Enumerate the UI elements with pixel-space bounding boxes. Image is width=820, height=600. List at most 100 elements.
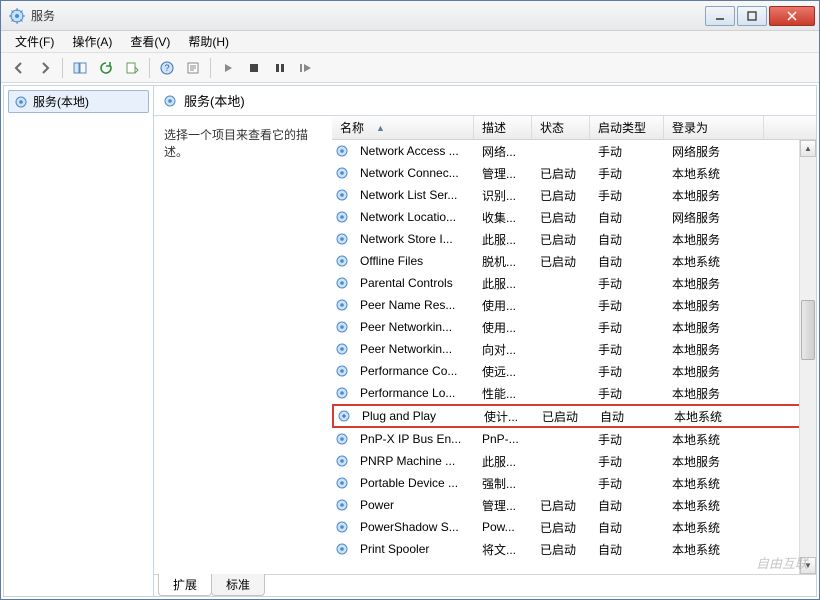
forward-button[interactable] [33, 56, 57, 80]
menu-view[interactable]: 查看(V) [122, 31, 178, 52]
table-row[interactable]: Peer Networkin...使用...手动本地服务 [332, 316, 816, 338]
scroll-down-button[interactable]: ▼ [800, 557, 816, 574]
table-row[interactable]: PowerShadow S...Pow...已启动自动本地系统 [332, 516, 816, 538]
table-row[interactable]: Portable Device ...强制...手动本地系统 [332, 472, 816, 494]
cell-name: Peer Networkin... [354, 342, 476, 356]
column-header-start[interactable]: 启动类型 [590, 116, 664, 139]
stop-service-button[interactable] [242, 56, 266, 80]
cell-start: 手动 [592, 319, 666, 336]
cell-desc: 将文... [476, 541, 534, 558]
table-row[interactable]: Peer Networkin...向对...手动本地服务 [332, 338, 816, 360]
column-header-status[interactable]: 状态 [532, 116, 590, 139]
cell-login: 本地系统 [666, 253, 766, 270]
cell-desc: 使远... [476, 363, 534, 380]
vertical-scrollbar[interactable]: ▲ ▼ [799, 140, 816, 574]
cell-start: 自动 [592, 541, 666, 558]
cell-name: Portable Device ... [354, 476, 476, 490]
table-header-row: 名称▲ 描述 状态 启动类型 登录为 [332, 116, 816, 140]
gear-icon [334, 253, 350, 269]
description-text: 选择一个项目来查看它的描述。 [164, 128, 308, 159]
export-list-button[interactable] [120, 56, 144, 80]
pause-service-button[interactable] [268, 56, 292, 80]
cell-desc: 管理... [476, 165, 534, 182]
table-body: Network Access ...网络...手动网络服务Network Con… [332, 140, 816, 560]
cell-name: PnP-X IP Bus En... [354, 432, 476, 446]
cell-desc: 此服... [476, 275, 534, 292]
column-header-desc[interactable]: 描述 [474, 116, 532, 139]
tab-standard[interactable]: 标准 [211, 574, 265, 596]
menu-file[interactable]: 文件(F) [7, 31, 62, 52]
cell-login: 本地系统 [666, 497, 766, 514]
cell-login: 本地服务 [666, 319, 766, 336]
scroll-thumb[interactable] [801, 300, 815, 360]
cell-desc: 此服... [476, 453, 534, 470]
toolbar: ? [1, 53, 819, 83]
minimize-button[interactable] [705, 6, 735, 26]
cell-desc: 强制... [476, 475, 534, 492]
cell-desc: 收集... [476, 209, 534, 226]
scroll-up-button[interactable]: ▲ [800, 140, 816, 157]
toolbar-separator [62, 58, 63, 78]
gear-icon [334, 541, 350, 557]
table-row[interactable]: PnP-X IP Bus En...PnP-...手动本地系统 [332, 428, 816, 450]
table-row[interactable]: Network Store I...此服...已启动自动本地服务 [332, 228, 816, 250]
right-pane-header: 服务(本地) [154, 86, 816, 116]
gear-icon [13, 94, 29, 110]
tree-item-services-local[interactable]: 服务(本地) [8, 90, 149, 113]
cell-start: 自动 [592, 209, 666, 226]
cell-start: 手动 [592, 453, 666, 470]
gear-icon [334, 209, 350, 225]
table-row[interactable]: Plug and Play使计...已启动自动本地系统 [332, 404, 816, 428]
table-row[interactable]: Network Connec...管理...已启动手动本地系统 [332, 162, 816, 184]
table-row[interactable]: Network Locatio...收集...已启动自动网络服务 [332, 206, 816, 228]
maximize-button[interactable] [737, 6, 767, 26]
table-row[interactable]: PNRP Machine ...此服...手动本地服务 [332, 450, 816, 472]
cell-login: 本地系统 [666, 541, 766, 558]
content-area: 服务(本地) 服务(本地) 选择一个项目来查看它的描述。 名称▲ 描述 状态 启… [3, 85, 817, 597]
table-row[interactable]: Offline Files脱机...已启动自动本地系统 [332, 250, 816, 272]
table-row[interactable]: Power管理...已启动自动本地系统 [332, 494, 816, 516]
back-button[interactable] [7, 56, 31, 80]
cell-status: 已启动 [534, 165, 592, 182]
show-hide-tree-button[interactable] [68, 56, 92, 80]
services-table: 名称▲ 描述 状态 启动类型 登录为 Network Access ...网络.… [332, 116, 816, 574]
cell-status: 已启动 [534, 497, 592, 514]
cell-desc: 网络... [476, 143, 534, 160]
titlebar[interactable]: 服务 [1, 1, 819, 31]
cell-desc: Pow... [476, 520, 534, 534]
start-service-button[interactable] [216, 56, 240, 80]
gear-icon [334, 275, 350, 291]
cell-status: 已启动 [534, 541, 592, 558]
table-row[interactable]: Network Access ...网络...手动网络服务 [332, 140, 816, 162]
table-row[interactable]: Parental Controls此服...手动本地服务 [332, 272, 816, 294]
table-row[interactable]: Network List Ser...识别...已启动手动本地服务 [332, 184, 816, 206]
table-row[interactable]: Print Spooler将文...已启动自动本地系统 [332, 538, 816, 560]
cell-login: 本地系统 [666, 519, 766, 536]
sort-asc-icon: ▲ [376, 123, 385, 133]
cell-login: 本地服务 [666, 231, 766, 248]
table-row[interactable]: Performance Co...使远...手动本地服务 [332, 360, 816, 382]
window-controls [705, 6, 815, 26]
cell-login: 本地系统 [666, 431, 766, 448]
cell-start: 手动 [592, 431, 666, 448]
tab-extended[interactable]: 扩展 [158, 574, 212, 596]
cell-login: 本地服务 [666, 363, 766, 380]
gear-icon [162, 93, 178, 109]
table-row[interactable]: Peer Name Res...使用...手动本地服务 [332, 294, 816, 316]
cell-start: 手动 [592, 143, 666, 160]
menu-help[interactable]: 帮助(H) [180, 31, 237, 52]
cell-desc: 脱机... [476, 253, 534, 270]
cell-desc: 管理... [476, 497, 534, 514]
help-button[interactable]: ? [155, 56, 179, 80]
cell-login: 本地系统 [666, 165, 766, 182]
properties-button[interactable] [181, 56, 205, 80]
table-row[interactable]: Performance Lo...性能...手动本地服务 [332, 382, 816, 404]
column-header-name[interactable]: 名称▲ [332, 116, 474, 139]
left-tree-pane[interactable]: 服务(本地) [4, 86, 154, 596]
refresh-button[interactable] [94, 56, 118, 80]
menu-action[interactable]: 操作(A) [64, 31, 120, 52]
restart-service-button[interactable] [294, 56, 318, 80]
close-button[interactable] [769, 6, 815, 26]
right-body: 选择一个项目来查看它的描述。 名称▲ 描述 状态 启动类型 登录为 Networ… [154, 116, 816, 574]
column-header-login[interactable]: 登录为 [664, 116, 764, 139]
